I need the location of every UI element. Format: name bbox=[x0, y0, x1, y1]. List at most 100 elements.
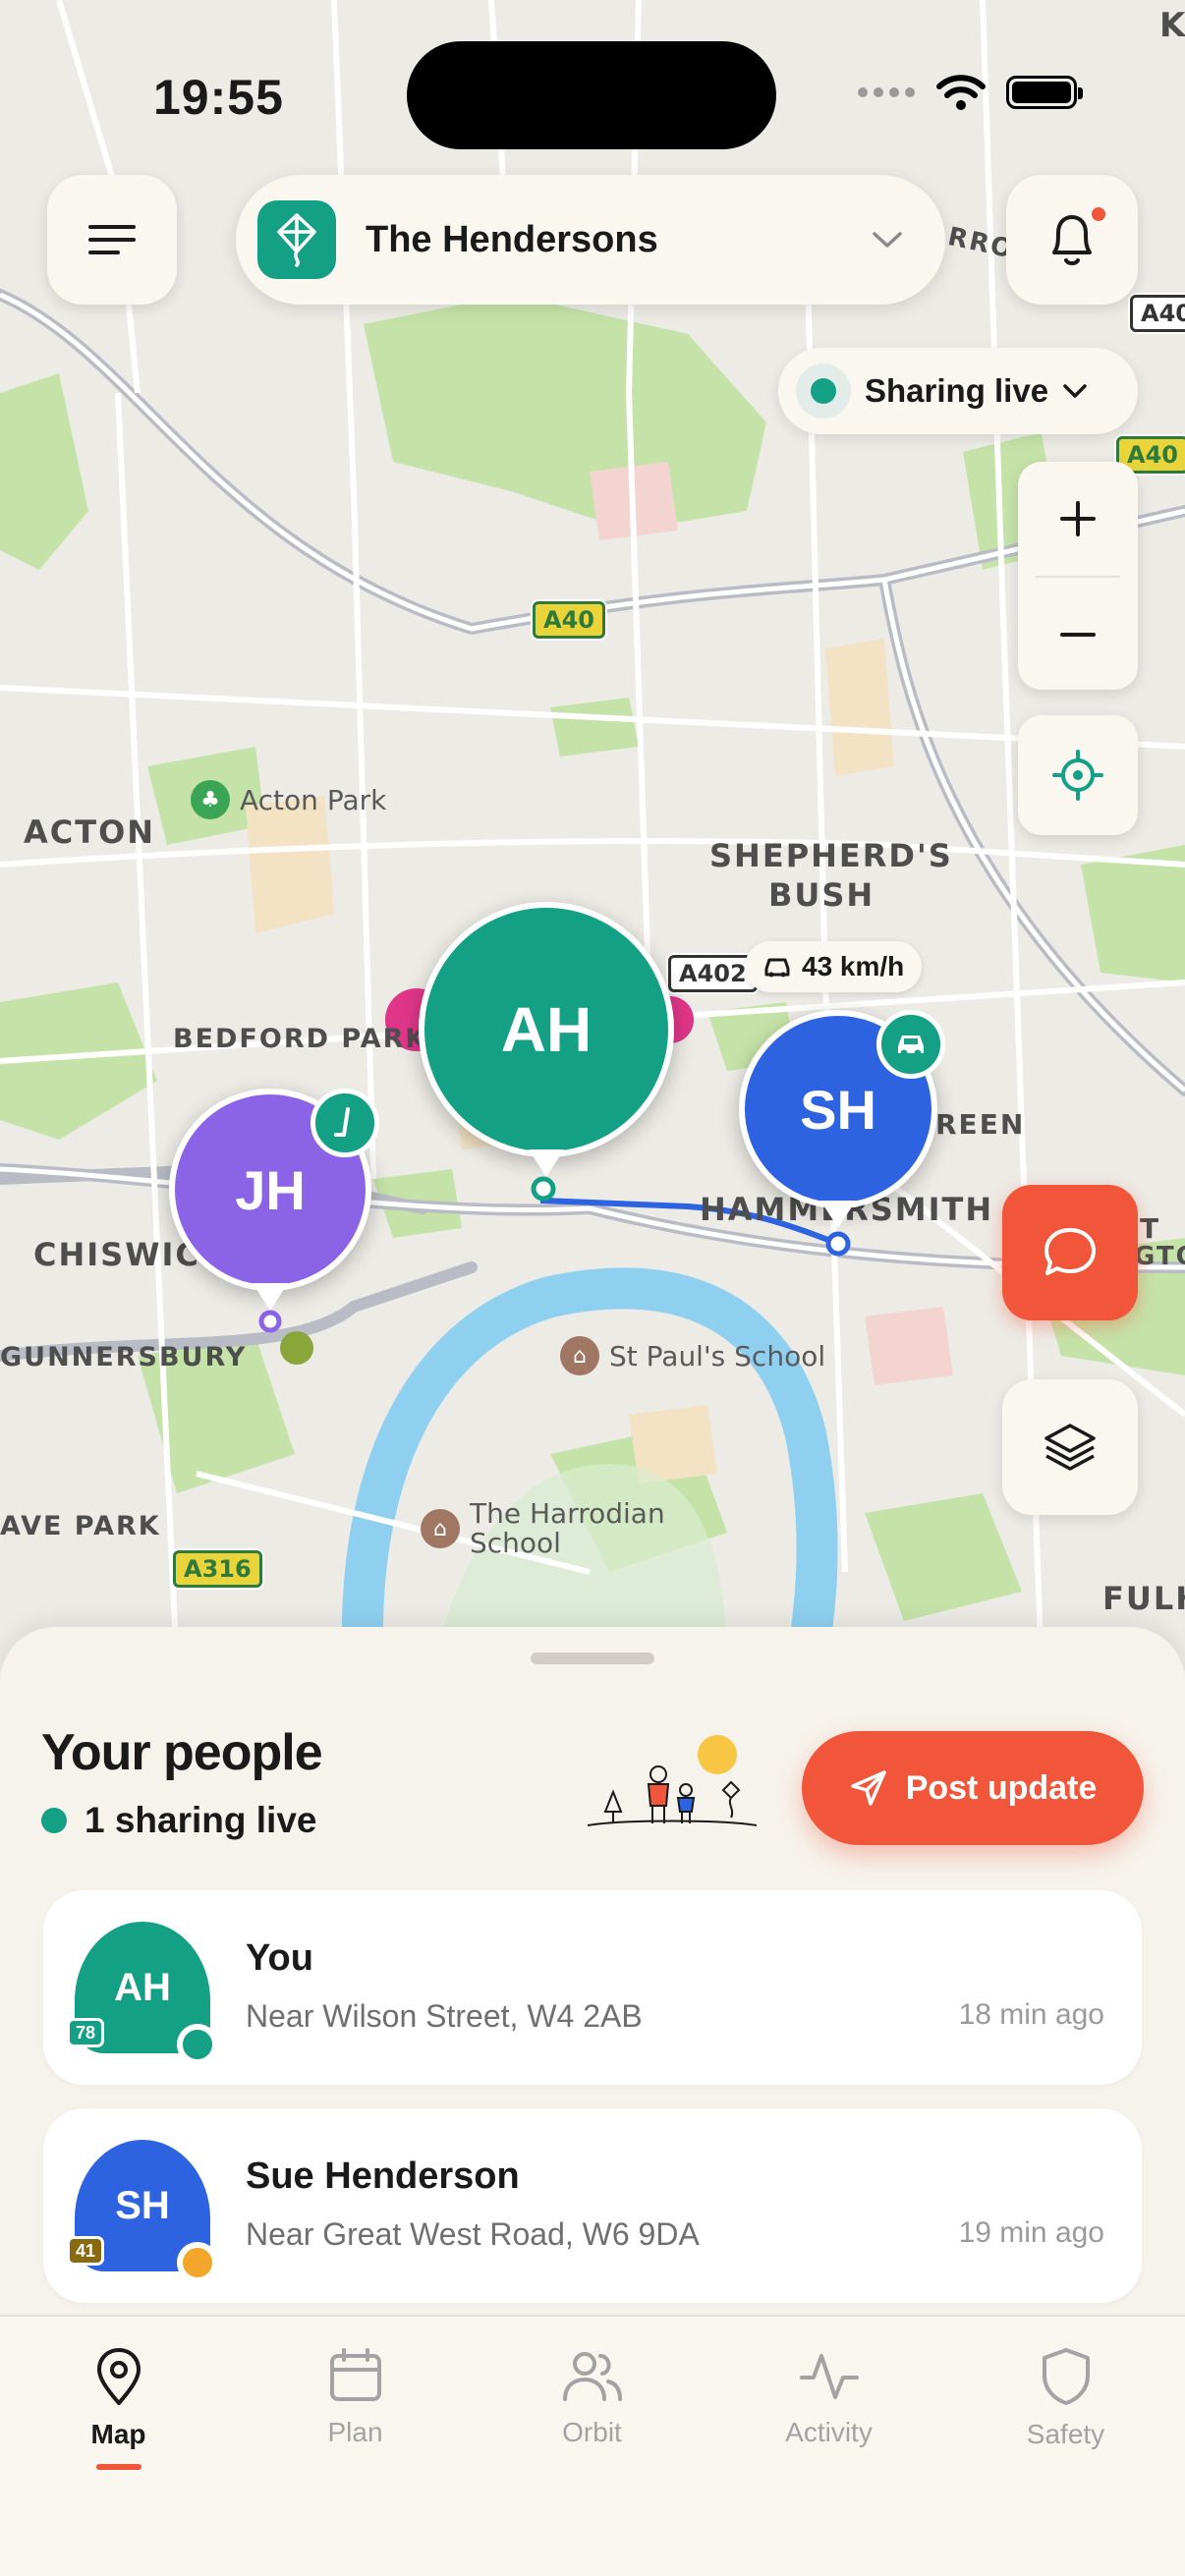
send-icon bbox=[850, 1770, 886, 1806]
map-view[interactable]: ACTON SHEPHERD'S BUSH BEDFORD PARK CHISW… bbox=[0, 0, 1185, 1670]
avatar-pointer bbox=[820, 1201, 856, 1228]
person-card-sue[interactable]: SH 41 Sue Henderson Near Great West Road… bbox=[43, 2108, 1142, 2303]
road-shield-a40: A40 bbox=[533, 601, 605, 639]
avatar-initials: AH bbox=[500, 994, 592, 1065]
shield-icon bbox=[1042, 2348, 1090, 2405]
sheet-drag-handle[interactable] bbox=[531, 1652, 654, 1664]
signal-icon bbox=[858, 87, 915, 97]
chevron-down-icon bbox=[1063, 384, 1087, 398]
chat-button[interactable] bbox=[1002, 1185, 1138, 1320]
kite-icon bbox=[257, 200, 336, 279]
notification-dot bbox=[1089, 204, 1108, 224]
avatar-initials: SH bbox=[800, 1078, 876, 1141]
tab-map[interactable]: Map bbox=[0, 2317, 237, 2576]
poi-label: The Harrodian bbox=[470, 1497, 665, 1530]
people-icon bbox=[562, 2352, 622, 2401]
chat-bubble-icon bbox=[1044, 1228, 1096, 1275]
map-avatar-ah[interactable]: AH bbox=[419, 902, 674, 1177]
poi-label: School bbox=[470, 1527, 561, 1559]
avatar-pointer bbox=[529, 1149, 564, 1177]
tab-label: Activity bbox=[785, 2417, 873, 2447]
speed-badge: 43 km/h bbox=[745, 941, 923, 992]
tab-safety[interactable]: Safety bbox=[947, 2317, 1184, 2576]
person-card-you[interactable]: AH 78 You Near Wilson Street, W4 2AB 18 … bbox=[43, 1890, 1142, 2085]
tab-label: Orbit bbox=[562, 2417, 622, 2447]
live-indicator bbox=[796, 364, 851, 419]
tree-icon: ♣ bbox=[191, 780, 230, 819]
walking-icon bbox=[310, 1089, 379, 1157]
status-dot bbox=[177, 2024, 218, 2065]
tab-bar: Map Plan Orbit Activity Safety bbox=[0, 2315, 1185, 2576]
poi-acton-park[interactable]: ♣ Acton Park bbox=[191, 780, 386, 819]
area-label-k: K bbox=[1159, 6, 1185, 45]
group-name: The Hendersons bbox=[366, 218, 658, 260]
person-updated-time: 18 min ago bbox=[958, 1998, 1104, 2031]
person-location: Near Wilson Street, W4 2AB bbox=[246, 1998, 643, 2034]
map-avatar-jh[interactable]: JH bbox=[169, 1089, 379, 1311]
avatar-pointer bbox=[253, 1283, 288, 1311]
wifi-icon bbox=[936, 75, 986, 110]
school-icon: ⌂ bbox=[421, 1509, 460, 1548]
road-shield-a402: A402 bbox=[668, 955, 758, 992]
tab-label: Map bbox=[90, 2419, 146, 2449]
zoom-controls bbox=[1018, 462, 1138, 690]
crosshair-icon bbox=[1052, 750, 1103, 801]
post-update-label: Post update bbox=[905, 1768, 1098, 1807]
person-name: You bbox=[246, 1937, 313, 1979]
status-dot bbox=[177, 2242, 218, 2283]
area-label-gton: GTON bbox=[1134, 1242, 1185, 1271]
recenter-button[interactable] bbox=[1018, 715, 1138, 835]
tab-label: Safety bbox=[1026, 2419, 1105, 2449]
status-icons bbox=[857, 73, 1083, 112]
poi-harrodian-school[interactable]: ⌂ The Harrodian School bbox=[421, 1499, 665, 1558]
notifications-button[interactable] bbox=[1006, 175, 1138, 305]
area-label-shepherds: SHEPHERD'S bbox=[709, 837, 953, 874]
activity-icon bbox=[799, 2354, 859, 2399]
person-updated-time: 19 min ago bbox=[958, 2216, 1104, 2249]
battery-icon bbox=[1006, 76, 1083, 109]
battery-badge: 78 bbox=[67, 2018, 105, 2047]
car-icon bbox=[764, 958, 790, 978]
battery-level: 78 bbox=[76, 2022, 96, 2043]
dynamic-island bbox=[407, 41, 776, 149]
poi-label: St Paul's School bbox=[609, 1339, 826, 1372]
area-label-fulham: FULH bbox=[1102, 1580, 1185, 1617]
area-label-ave-park: AVE PARK bbox=[0, 1511, 161, 1541]
active-tab-indicator bbox=[95, 2464, 141, 2470]
family-illustration bbox=[587, 1735, 758, 1826]
group-selector[interactable]: The Hendersons bbox=[236, 175, 945, 305]
speed-text: 43 km/h bbox=[802, 951, 905, 981]
battery-level: 41 bbox=[76, 2240, 96, 2261]
minus-icon bbox=[1060, 633, 1096, 637]
live-count-label: 1 sharing live bbox=[85, 1800, 317, 1840]
avatar-initials: AH bbox=[114, 1965, 171, 2009]
area-label-bedford-park: BEDFORD PARK bbox=[173, 1024, 428, 1054]
sharing-live-toggle[interactable]: Sharing live bbox=[778, 348, 1138, 434]
tab-orbit[interactable]: Orbit bbox=[474, 2317, 710, 2576]
car-icon bbox=[876, 1010, 945, 1079]
live-count: 1 sharing live bbox=[41, 1800, 317, 1841]
zoom-out-button[interactable] bbox=[1018, 578, 1138, 692]
sharing-live-label: Sharing live bbox=[865, 372, 1049, 409]
zoom-in-button[interactable] bbox=[1018, 462, 1138, 576]
avatar-initials: JH bbox=[235, 1158, 306, 1221]
map-layers-button[interactable] bbox=[1002, 1379, 1138, 1515]
people-sheet[interactable]: Your people 1 sharing live Post update A… bbox=[0, 1627, 1185, 2315]
plus-icon bbox=[1060, 501, 1096, 536]
poi-label-group: The Harrodian School bbox=[470, 1499, 665, 1558]
area-label-gunnersbury: GUNNERSBURY bbox=[0, 1342, 248, 1372]
menu-icon bbox=[88, 225, 136, 254]
menu-button[interactable] bbox=[47, 175, 177, 305]
calendar-icon bbox=[329, 2348, 381, 2401]
school-icon: ⌂ bbox=[560, 1336, 599, 1375]
area-label-acton: ACTON bbox=[24, 813, 156, 851]
poi-st-pauls-school[interactable]: ⌂ St Paul's School bbox=[560, 1336, 825, 1375]
tab-label: Plan bbox=[327, 2417, 383, 2447]
tab-plan[interactable]: Plan bbox=[237, 2317, 474, 2576]
map-avatar-sh[interactable]: SH bbox=[739, 1010, 945, 1228]
map-pin-icon bbox=[96, 2348, 141, 2405]
chevron-down-icon bbox=[873, 232, 902, 248]
area-label-bush: BUSH bbox=[768, 876, 875, 914]
post-update-button[interactable]: Post update bbox=[802, 1731, 1144, 1845]
tab-activity[interactable]: Activity bbox=[710, 2317, 947, 2576]
